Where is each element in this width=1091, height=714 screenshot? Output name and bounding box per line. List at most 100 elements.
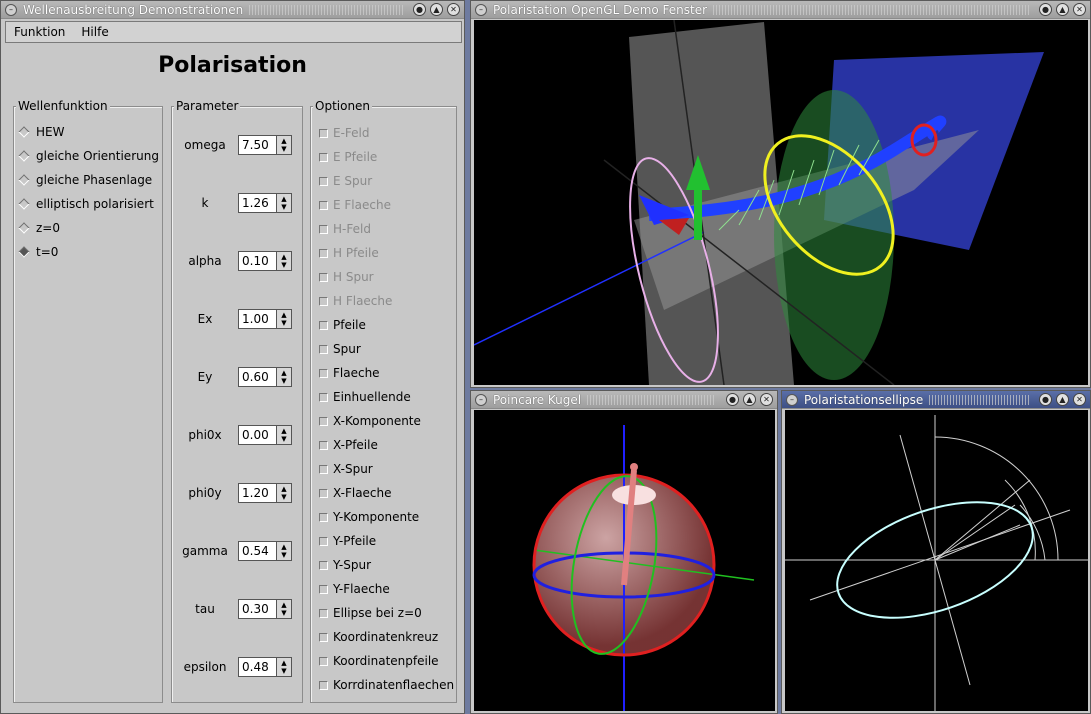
param-value-field[interactable]: 0.54	[238, 541, 276, 561]
option-x-komponente[interactable]: X-Komponente	[319, 414, 421, 428]
radio-icon[interactable]	[18, 126, 30, 138]
param-spinner[interactable]: 1.20 ▲ ▼	[238, 483, 292, 503]
option-y-pfeile[interactable]: Y-Pfeile	[319, 534, 376, 548]
param-value-field[interactable]: 0.60	[238, 367, 276, 387]
param-value-field[interactable]: 1.00	[238, 309, 276, 329]
option-y-flaeche[interactable]: Y-Flaeche	[319, 582, 390, 596]
param-spinner[interactable]: 7.50 ▲ ▼	[238, 135, 292, 155]
poincare-titlebar[interactable]: – Poincare Kugel ● ▲ ✕	[471, 391, 777, 409]
param-spinner[interactable]: 0.00 ▲ ▼	[238, 425, 292, 445]
option-x-pfeile[interactable]: X-Pfeile	[319, 438, 378, 452]
param-spinner[interactable]: 0.48 ▲ ▼	[238, 657, 292, 677]
checkbox-icon[interactable]	[319, 344, 328, 354]
radio-icon[interactable]	[18, 198, 30, 210]
window-menu-icon[interactable]: –	[475, 393, 487, 406]
minimize-icon[interactable]: ●	[1039, 393, 1052, 406]
option-y-spur[interactable]: Y-Spur	[319, 558, 371, 572]
spin-arrows-icon[interactable]: ▲ ▼	[276, 251, 292, 271]
checkbox-icon[interactable]	[319, 584, 328, 594]
option-koordinatenkreuz[interactable]: Koordinatenkreuz	[319, 630, 438, 644]
param-value-field[interactable]: 7.50	[238, 135, 276, 155]
opengl-canvas[interactable]	[473, 19, 1088, 386]
minimize-icon[interactable]: ●	[1039, 3, 1052, 16]
option-pfeile[interactable]: Pfeile	[319, 318, 366, 332]
checkbox-icon[interactable]	[319, 320, 328, 330]
spin-arrows-icon[interactable]: ▲ ▼	[276, 367, 292, 387]
window-menu-icon[interactable]: –	[786, 393, 798, 406]
option-spur[interactable]: Spur	[319, 342, 361, 356]
window-menu-icon[interactable]: –	[5, 3, 17, 16]
param-value-field[interactable]: 0.48	[238, 657, 276, 677]
radio-z0[interactable]: z=0	[18, 221, 60, 235]
maximize-icon[interactable]: ▲	[430, 3, 443, 16]
menu-funktion[interactable]: Funktion	[6, 25, 73, 39]
option-y-komponente[interactable]: Y-Komponente	[319, 510, 419, 524]
close-icon[interactable]: ✕	[1073, 393, 1086, 406]
radio-icon[interactable]	[18, 222, 30, 234]
option-einhuellende[interactable]: Einhuellende	[319, 390, 411, 404]
menu-hilfe[interactable]: Hilfe	[73, 25, 116, 39]
option-label: E-Feld	[333, 126, 370, 140]
radio-icon[interactable]	[18, 150, 30, 162]
radio-elliptisch[interactable]: elliptisch polarisiert	[18, 197, 154, 211]
option-ellipse-bei-z-0[interactable]: Ellipse bei z=0	[319, 606, 422, 620]
option-x-spur[interactable]: X-Spur	[319, 462, 373, 476]
close-icon[interactable]: ✕	[1073, 3, 1086, 16]
spin-arrows-icon[interactable]: ▲ ▼	[276, 425, 292, 445]
checkbox-icon[interactable]	[319, 488, 328, 498]
checkbox-icon[interactable]	[319, 392, 328, 402]
radio-icon[interactable]	[18, 174, 30, 186]
param-value-field[interactable]: 0.00	[238, 425, 276, 445]
option-flaeche[interactable]: Flaeche	[319, 366, 380, 380]
radio-t0[interactable]: t=0	[18, 245, 58, 259]
spin-arrows-icon[interactable]: ▲ ▼	[276, 193, 292, 213]
minimize-icon[interactable]: ●	[413, 3, 426, 16]
param-value-field[interactable]: 0.30	[238, 599, 276, 619]
radio-selected-icon[interactable]	[18, 246, 30, 258]
option-koordinatenpfeile[interactable]: Koordinatenpfeile	[319, 654, 439, 668]
minimize-icon[interactable]: ●	[726, 393, 739, 406]
close-icon[interactable]: ✕	[760, 393, 773, 406]
param-spinner[interactable]: 0.54 ▲ ▼	[238, 541, 292, 561]
radio-hew[interactable]: HEW	[18, 125, 64, 139]
checkbox-icon[interactable]	[319, 536, 328, 546]
checkbox-icon[interactable]	[319, 368, 328, 378]
param-spinner[interactable]: 0.60 ▲ ▼	[238, 367, 292, 387]
spin-arrows-icon[interactable]: ▲ ▼	[276, 541, 292, 561]
checkbox-icon[interactable]	[319, 416, 328, 426]
close-icon[interactable]: ✕	[447, 3, 460, 16]
spin-arrows-icon[interactable]: ▲ ▼	[276, 599, 292, 619]
opengl-titlebar[interactable]: – Polaristation OpenGL Demo Fenster ● ▲ …	[471, 1, 1090, 19]
window-menu-icon[interactable]: –	[475, 3, 487, 16]
checkbox-icon[interactable]	[319, 632, 328, 642]
param-spinner[interactable]: 0.10 ▲ ▼	[238, 251, 292, 271]
maximize-icon[interactable]: ▲	[1056, 3, 1069, 16]
checkbox-icon[interactable]	[319, 560, 328, 570]
checkbox-icon[interactable]	[319, 512, 328, 522]
checkbox-icon[interactable]	[319, 656, 328, 666]
param-spinner[interactable]: 1.26 ▲ ▼	[238, 193, 292, 213]
radio-gleiche-phasenlage[interactable]: gleiche Phasenlage	[18, 173, 152, 187]
param-spinner[interactable]: 1.00 ▲ ▼	[238, 309, 292, 329]
spin-arrows-icon[interactable]: ▲ ▼	[276, 483, 292, 503]
ellipse-canvas[interactable]	[785, 410, 1088, 711]
maximize-icon[interactable]: ▲	[743, 393, 756, 406]
checkbox-icon[interactable]	[319, 680, 328, 690]
param-value-field[interactable]: 1.26	[238, 193, 276, 213]
checkbox-icon[interactable]	[319, 440, 328, 450]
option-x-flaeche[interactable]: X-Flaeche	[319, 486, 392, 500]
param-spinner[interactable]: 0.30 ▲ ▼	[238, 599, 292, 619]
spin-arrows-icon[interactable]: ▲ ▼	[276, 657, 292, 677]
poincare-canvas[interactable]	[474, 410, 775, 711]
main-titlebar[interactable]: – Wellenausbreitung Demonstrationen ● ▲ …	[1, 1, 464, 19]
checkbox-icon[interactable]	[319, 464, 328, 474]
option-korrdinatenflaechen[interactable]: Korrdinatenflaechen	[319, 678, 454, 692]
radio-gleiche-orientierung[interactable]: gleiche Orientierung	[18, 149, 159, 163]
spin-arrows-icon[interactable]: ▲ ▼	[276, 309, 292, 329]
maximize-icon[interactable]: ▲	[1056, 393, 1069, 406]
param-value-field[interactable]: 1.20	[238, 483, 276, 503]
param-value-field[interactable]: 0.10	[238, 251, 276, 271]
spin-arrows-icon[interactable]: ▲ ▼	[276, 135, 292, 155]
ellipse-titlebar[interactable]: – Polaristationsellipse ● ▲ ✕	[782, 391, 1090, 409]
checkbox-icon[interactable]	[319, 608, 328, 618]
